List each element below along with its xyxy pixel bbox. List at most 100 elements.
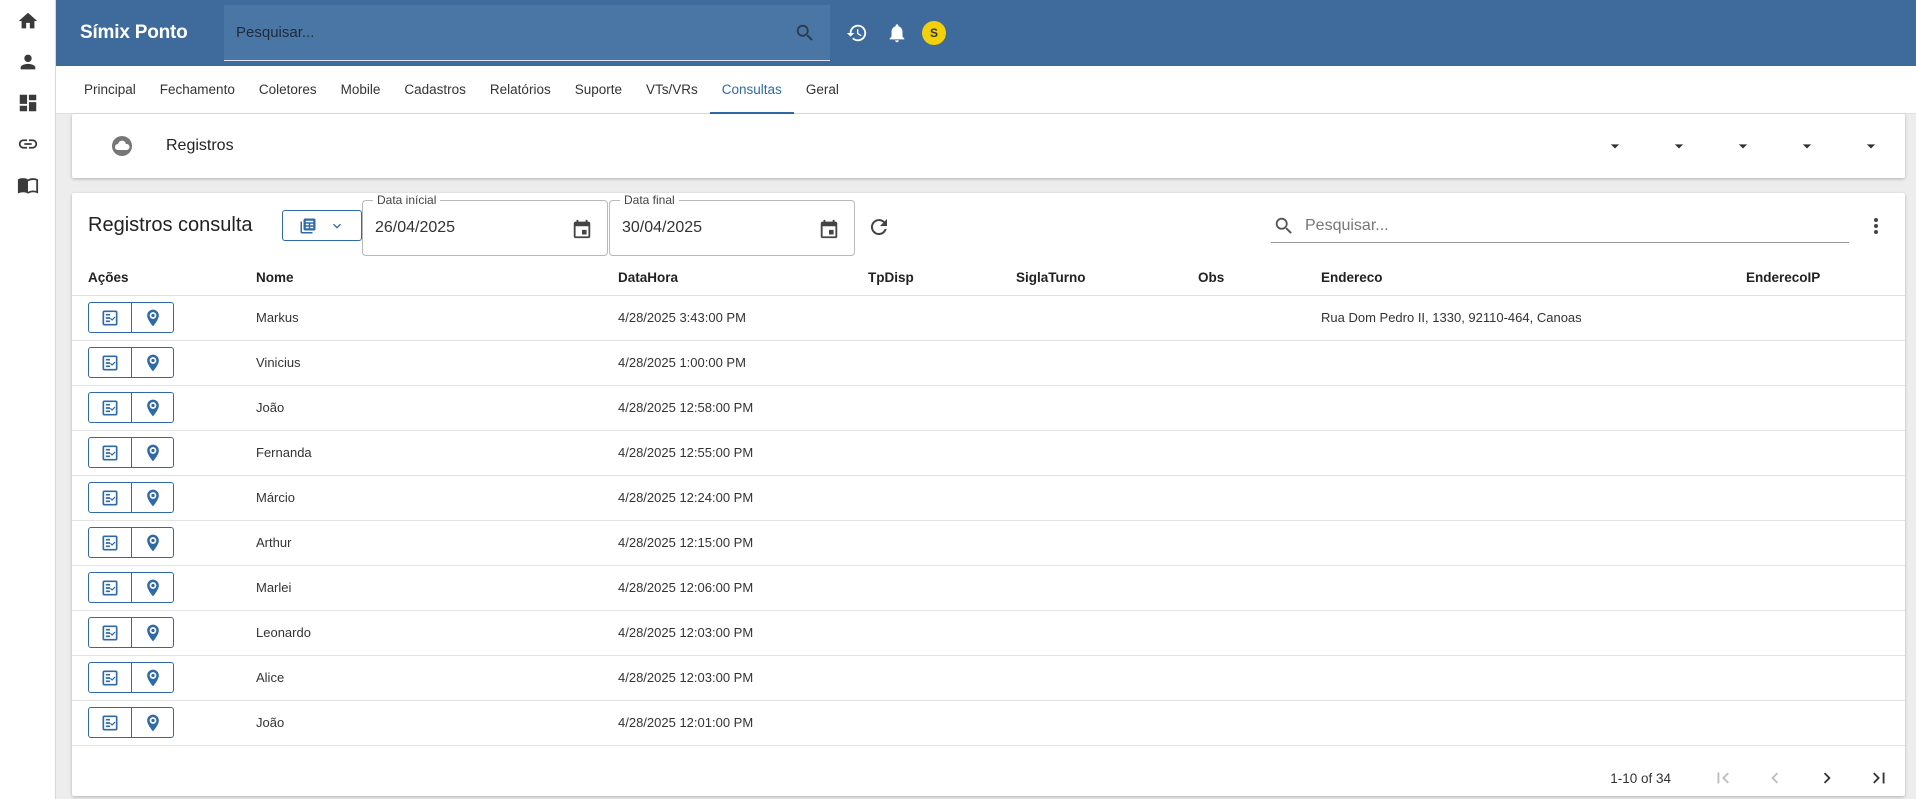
cell-tpdisp: [868, 475, 1016, 521]
cell-enderecoip: [1746, 385, 1905, 431]
row-location-button[interactable]: [131, 483, 173, 512]
row-location-button[interactable]: [131, 348, 173, 377]
tab-geral[interactable]: Geral: [794, 66, 851, 113]
column-header-datahora[interactable]: DataHora: [618, 261, 868, 296]
rail-home-button[interactable]: [0, 1, 56, 41]
caret-down-icon: [1866, 144, 1876, 149]
table-row[interactable]: Marlei 4/28/2025 12:06:00 PM: [72, 565, 1905, 611]
row-actions: [72, 520, 256, 566]
cell-endereco: [1321, 430, 1746, 476]
grid-search-input[interactable]: [1305, 216, 1849, 235]
row-location-button[interactable]: [131, 618, 173, 647]
dropdown-5[interactable]: [1817, 126, 1881, 166]
row-actions: [72, 340, 256, 386]
last-page-button[interactable]: [1853, 761, 1905, 795]
user-avatar[interactable]: S: [922, 21, 946, 45]
cell-siglaturno: [1016, 340, 1198, 386]
table-row[interactable]: Márcio 4/28/2025 12:24:00 PM: [72, 475, 1905, 521]
prev-page-button[interactable]: [1749, 761, 1801, 795]
row-details-button[interactable]: [89, 393, 131, 422]
chevron-down-icon: [333, 223, 341, 229]
row-details-button[interactable]: [89, 663, 131, 692]
top-search-input[interactable]: [224, 5, 794, 60]
table-row[interactable]: Markus 4/28/2025 3:43:00 PM Rua Dom Pedro …: [72, 295, 1905, 341]
row-details-button[interactable]: [89, 303, 131, 332]
tab-fechamento[interactable]: Fechamento: [148, 66, 247, 113]
cell-siglaturno: [1016, 700, 1198, 746]
row-location-button[interactable]: [131, 573, 173, 602]
tab-consultas[interactable]: Consultas: [709, 66, 794, 114]
row-details-button[interactable]: [89, 708, 131, 737]
tab-coletores[interactable]: Coletores: [247, 66, 329, 113]
search-icon[interactable]: [794, 22, 816, 44]
checklist-icon: [102, 625, 118, 640]
row-location-button[interactable]: [131, 708, 173, 737]
more-vert-icon[interactable]: [1864, 214, 1888, 238]
rail-dashboard-button[interactable]: [0, 83, 56, 123]
row-location-button[interactable]: [131, 438, 173, 467]
rail-person-button[interactable]: [0, 42, 56, 82]
cell-nome: Marlei: [256, 565, 618, 611]
row-details-button[interactable]: [89, 618, 131, 647]
rail-book-button[interactable]: [0, 165, 56, 205]
row-location-button[interactable]: [131, 663, 173, 692]
dropdown-4[interactable]: [1753, 126, 1817, 166]
rail-link-button[interactable]: [0, 124, 56, 164]
cell-tpdisp: [868, 385, 1016, 431]
date-start-label: Data inícial: [373, 193, 441, 207]
grid-search-bar: [1271, 209, 1849, 243]
row-details-button[interactable]: [89, 483, 131, 512]
table-row[interactable]: João 4/28/2025 12:58:00 PM: [72, 385, 1905, 431]
history-button[interactable]: [844, 20, 870, 46]
table-row[interactable]: Alice 4/28/2025 12:03:00 PM: [72, 655, 1905, 701]
next-page-button[interactable]: [1801, 761, 1853, 795]
cell-obs: [1198, 610, 1321, 656]
table-row[interactable]: Fernanda 4/28/2025 12:55:00 PM: [72, 430, 1905, 476]
dropdown-2[interactable]: [1625, 126, 1689, 166]
dropdown-1[interactable]: [1561, 126, 1625, 166]
row-details-button[interactable]: [89, 438, 131, 467]
table-row[interactable]: João 4/28/2025 12:01:00 PM: [72, 700, 1905, 746]
calendar-icon[interactable]: [571, 218, 593, 240]
cell-obs: [1198, 430, 1321, 476]
row-details-button[interactable]: [89, 348, 131, 377]
tab-mobile[interactable]: Mobile: [329, 66, 393, 113]
cell-endereco: [1321, 475, 1746, 521]
tab-cadastros[interactable]: Cadastros: [392, 66, 478, 113]
cell-endereco: [1321, 520, 1746, 566]
column-header-siglaturno[interactable]: SiglaTurno: [1016, 261, 1198, 296]
table-row[interactable]: Arthur 4/28/2025 12:15:00 PM: [72, 520, 1905, 566]
date-start-input[interactable]: [375, 219, 555, 237]
home-icon: [18, 12, 38, 29]
tab-relatorios[interactable]: Relatórios: [478, 66, 563, 113]
column-header-endereco[interactable]: Endereco: [1321, 261, 1746, 296]
table-row[interactable]: Leonardo 4/28/2025 12:03:00 PM: [72, 610, 1905, 656]
row-location-button[interactable]: [131, 528, 173, 557]
column-header-enderecoip[interactable]: EnderecoIP: [1746, 261, 1905, 296]
cell-tpdisp: [868, 340, 1016, 386]
column-header-tpdisp[interactable]: TpDisp: [868, 261, 1016, 296]
view-selector-button[interactable]: [282, 210, 362, 241]
date-end-input[interactable]: [622, 219, 802, 237]
row-location-button[interactable]: [131, 303, 173, 332]
cell-obs: [1198, 520, 1321, 566]
row-location-button[interactable]: [131, 393, 173, 422]
table-row[interactable]: Vinicius 4/28/2025 1:00:00 PM: [72, 340, 1905, 386]
column-header-obs[interactable]: Obs: [1198, 261, 1321, 296]
refresh-icon[interactable]: [867, 215, 891, 239]
notifications-button[interactable]: [884, 20, 910, 46]
first-page-button[interactable]: [1697, 761, 1749, 795]
tab-principal[interactable]: Principal: [72, 66, 148, 113]
column-header-nome[interactable]: Nome: [256, 261, 618, 296]
row-details-button[interactable]: [89, 573, 131, 602]
calendar-icon[interactable]: [818, 218, 840, 240]
dropdown-3[interactable]: [1689, 126, 1753, 166]
caret-down-icon: [1738, 144, 1748, 149]
tab-suporte[interactable]: Suporte: [563, 66, 634, 113]
tab-vts-vrs[interactable]: VTs/VRs: [634, 66, 710, 113]
row-details-button[interactable]: [89, 528, 131, 557]
dashboard-icon: [19, 94, 37, 112]
cell-siglaturno: [1016, 565, 1198, 611]
location-pin-icon: [146, 354, 159, 371]
cell-enderecoip: [1746, 430, 1905, 476]
